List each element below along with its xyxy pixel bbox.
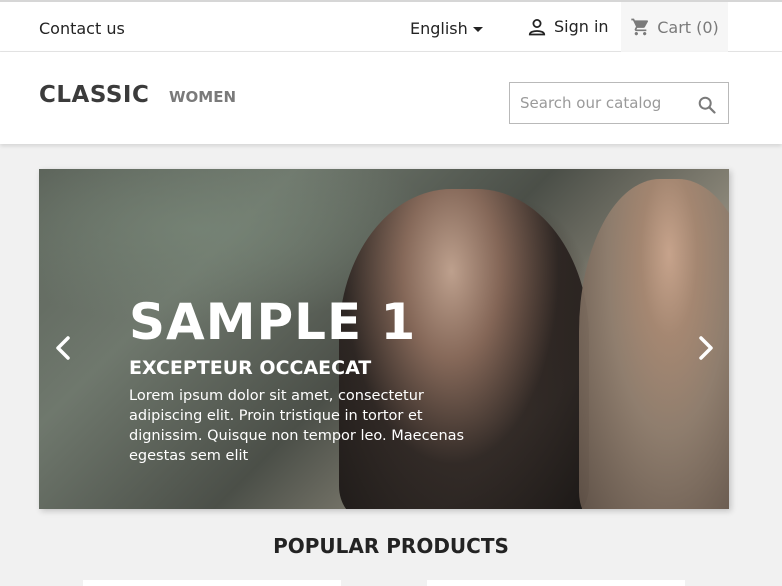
nav-item-women[interactable]: WOMEN bbox=[169, 88, 236, 106]
chevron-left-icon[interactable] bbox=[52, 335, 76, 361]
cart-icon bbox=[631, 18, 649, 36]
search-input[interactable] bbox=[520, 93, 690, 113]
popular-products-heading: POPULAR PRODUCTS bbox=[273, 534, 509, 558]
chevron-right-icon[interactable] bbox=[693, 335, 717, 361]
slide-subtitle: EXCEPTEUR OCCAECAT bbox=[129, 357, 372, 379]
cart-label: Cart bbox=[657, 17, 692, 37]
language-label: English bbox=[410, 19, 468, 38]
sign-in-link[interactable]: Sign in bbox=[528, 17, 609, 36]
slide-description: Lorem ipsum dolor sit amet, consectetur … bbox=[129, 388, 465, 464]
slide-title: SAMPLE 1 bbox=[129, 293, 417, 351]
language-selector[interactable]: English bbox=[410, 19, 483, 38]
search-box bbox=[509, 82, 729, 124]
user-icon bbox=[528, 18, 546, 35]
home-slider[interactable]: SAMPLE 1 EXCEPTEUR OCCAECAT Lorem ipsum … bbox=[39, 169, 729, 509]
cart-button[interactable]: Cart (0) bbox=[621, 2, 728, 52]
main-header: CLASSIC WOMEN bbox=[0, 52, 782, 144]
store-logo[interactable]: CLASSIC bbox=[39, 82, 149, 108]
chevron-down-icon bbox=[472, 26, 483, 32]
search-icon[interactable] bbox=[698, 96, 716, 114]
product-card[interactable] bbox=[83, 580, 341, 586]
cart-count: (0) bbox=[696, 17, 719, 37]
contact-us-link[interactable]: Contact us bbox=[39, 19, 125, 38]
sign-in-label: Sign in bbox=[554, 17, 609, 36]
top-bar: Contact us English Sign in Cart (0) bbox=[0, 0, 782, 52]
product-card[interactable] bbox=[427, 580, 685, 586]
